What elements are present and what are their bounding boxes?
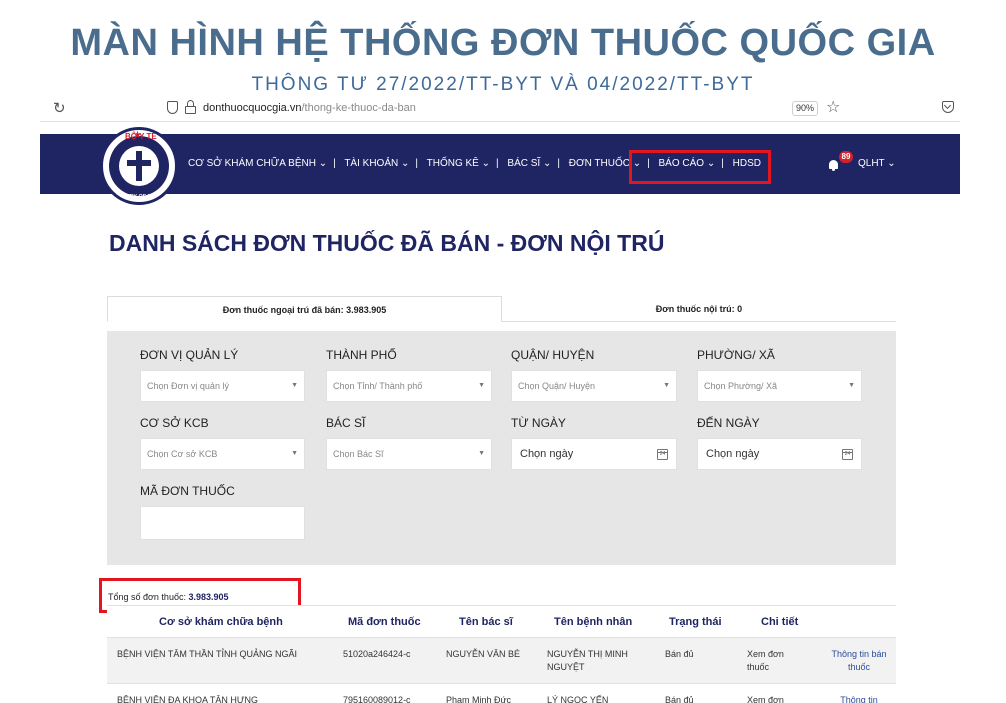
view-prescription-link[interactable]: Xem đơn thuốc (747, 648, 807, 674)
date-to-input[interactable]: Chọn ngày 24 (697, 438, 862, 470)
ministry-logo[interactable]: ★ BỘ Y TẾ MINISTRY OF HEALTH (100, 127, 178, 205)
nav-item-bac-si[interactable]: BÁC SĨ ⌄ (507, 158, 551, 169)
tab-inpatient[interactable]: Đơn thuốc nội trú: 0 (502, 296, 896, 322)
tab-bar: Đơn thuốc ngoại trú đã bán: 3.983.905 Đơ… (107, 296, 896, 322)
cell-status: Bán đủ (665, 695, 694, 703)
highlight-box-report-menu (629, 150, 771, 184)
table-row: BỆNH VIỆN TÂM THẦN TỈNH QUẢNG NGÃI 51020… (107, 637, 896, 683)
column-header: Mã đơn thuốc (348, 616, 421, 628)
nav-item-co-so[interactable]: CƠ SỞ KHÁM CHỮA BỆNH ⌄ (188, 158, 327, 169)
date-placeholder: Chọn ngày (520, 448, 574, 460)
column-header: Cơ sở khám chữa bệnh (159, 616, 283, 628)
page: MÀN HÌNH HỆ THỐNG ĐƠN THUỐC QUỐC GIA THÔ… (0, 0, 1006, 703)
url-path: /thong-ke-thuoc-da-ban (301, 102, 416, 114)
logo-cross-bar (127, 160, 151, 166)
select-placeholder: Chọn Tỉnh/ Thành phố (333, 381, 423, 391)
pocket-icon[interactable] (942, 101, 954, 113)
notification-badge: 89 (839, 151, 853, 163)
cell-doctor: Phạm Minh Đức (446, 695, 512, 703)
chevron-down-icon: ▼ (291, 382, 298, 389)
cell-facility: BỆNH VIỆN TÂM THẦN TỈNH QUẢNG NGÃI (117, 649, 298, 659)
user-menu[interactable]: QLHT ⌄ (858, 158, 896, 169)
date-from-input[interactable]: Chọn ngày 24 (511, 438, 677, 470)
cell-doctor: NGUYỄN VĂN BÉ (446, 649, 521, 659)
logo-caduceus-icon (136, 151, 142, 181)
reload-icon[interactable]: ↻ (53, 99, 66, 117)
view-prescription-link[interactable]: Xem đơn (747, 694, 807, 703)
nav-item-label: BÁC SĨ (507, 158, 541, 169)
filter-label-tu-ngay: TỪ NGÀY (511, 416, 566, 430)
select-thanh-pho[interactable]: Chọn Tỉnh/ Thành phố ▼ (326, 370, 492, 402)
table-row: BỆNH VIỆN ĐA KHOA TÂN HƯNG 795160089012-… (107, 683, 896, 703)
browser-toolbar: ↻ donthuocquocgia.vn/thong-ke-thuoc-da-b… (40, 96, 960, 122)
nav-item-thong-ke[interactable]: THỐNG KÊ ⌄ (427, 158, 490, 169)
lock-icon[interactable] (185, 100, 196, 114)
filter-label-don-vi: ĐƠN VỊ QUẢN LÝ (140, 348, 239, 362)
select-placeholder: Chọn Bác Sĩ (333, 449, 384, 459)
column-header: Trạng thái (669, 616, 722, 628)
filter-label-den-ngay: ĐẾN NGÀY (697, 416, 760, 430)
nav-item-label: TÀI KHOẢN (344, 158, 399, 169)
filter-label-quan-huyen: QUẬN/ HUYỆN (511, 348, 595, 362)
cell-patient: NGUYỄN THỊ MINH NGUYỆT (547, 649, 628, 672)
select-placeholder: Chọn Cơ sở KCB (147, 449, 218, 459)
cell-code: 795160089012-c (343, 695, 411, 703)
table-header: Cơ sở khám chữa bệnh Mã đơn thuốc Tên bá… (107, 605, 896, 637)
tab-outpatient[interactable]: Đơn thuốc ngoại trú đã bán: 3.983.905 (107, 296, 502, 322)
calendar-icon[interactable]: 24 (657, 449, 668, 460)
url-domain: donthuocquocgia.vn (203, 102, 302, 114)
nav-item-tai-khoan[interactable]: TÀI KHOẢN ⌄ (344, 158, 409, 169)
column-header: Chi tiết (761, 616, 799, 628)
select-bac-si[interactable]: Chọn Bác Sĩ ▼ (326, 438, 492, 470)
calendar-icon[interactable]: 24 (842, 449, 853, 460)
shield-icon[interactable] (167, 101, 178, 114)
select-phuong-xa[interactable]: Chọn Phường/ Xã ▼ (697, 370, 862, 402)
sale-info-link[interactable]: Thông tin bán thuốc (829, 648, 889, 674)
nav-item-label: CƠ SỞ KHÁM CHỮA BỆNH (188, 158, 316, 169)
filter-label-thanh-pho: THÀNH PHỐ (326, 348, 397, 362)
select-placeholder: Chọn Phường/ Xã (704, 381, 777, 391)
column-header: Tên bệnh nhân (554, 616, 633, 628)
bookmark-star-icon[interactable]: ☆ (826, 97, 840, 117)
select-placeholder: Chọn Đơn vị quản lý (147, 381, 229, 391)
select-don-vi[interactable]: Chọn Đơn vị quản lý ▼ (140, 370, 305, 402)
prescription-code-input[interactable] (140, 506, 305, 540)
filter-label-phuong-xa: PHƯỜNG/ XÃ (697, 348, 775, 362)
chevron-down-icon: ▼ (848, 382, 855, 389)
filter-label-ma-don: MÃ ĐƠN THUỐC (140, 484, 235, 498)
select-co-so[interactable]: Chọn Cơ sở KCB ▼ (140, 438, 305, 470)
cell-patient: LÝ NGỌC YẾN (547, 695, 609, 703)
chevron-down-icon: ▼ (291, 450, 298, 457)
nav-item-label: ĐƠN THUỐC (568, 158, 630, 169)
date-placeholder: Chọn ngày (706, 448, 760, 460)
address-bar[interactable]: donthuocquocgia.vn/thong-ke-thuoc-da-ban (203, 102, 416, 114)
zoom-level[interactable]: 90% (792, 101, 818, 116)
page-title: DANH SÁCH ĐƠN THUỐC ĐÃ BÁN - ĐƠN NỘI TRÚ (109, 230, 665, 256)
column-header: Tên bác sĩ (459, 616, 513, 628)
bell-icon[interactable] (829, 160, 838, 171)
logo-top-text: BỘ Y TẾ (125, 132, 157, 141)
sale-info-link[interactable]: Thông tin (829, 694, 889, 703)
filter-label-co-so: CƠ SỞ KCB (140, 416, 209, 430)
logo-bottom-text: MINISTRY OF HEALTH (111, 194, 170, 200)
select-quan-huyen[interactable]: Chọn Quận/ Huyện ▼ (511, 370, 677, 402)
select-placeholder: Chọn Quận/ Huyện (518, 381, 596, 391)
cell-code: 51020a246424-c (343, 649, 411, 659)
chevron-down-icon: ▼ (478, 450, 485, 457)
chevron-down-icon: ▼ (478, 382, 485, 389)
filter-panel: ĐƠN VỊ QUẢN LÝ THÀNH PHỐ QUẬN/ HUYỆN PHƯ… (107, 331, 896, 565)
banner-subtitle: THÔNG TƯ 27/2022/TT-BYT VÀ 04/2022/TT-BY… (251, 74, 755, 95)
cell-status: Bán đủ (665, 649, 694, 659)
cell-facility: BỆNH VIỆN ĐA KHOA TÂN HƯNG (117, 695, 259, 703)
chevron-down-icon: ▼ (663, 382, 670, 389)
banner-title: MÀN HÌNH HỆ THỐNG ĐƠN THUỐC QUỐC GIA (70, 22, 936, 64)
nav-item-label: THỐNG KÊ (426, 158, 479, 169)
user-name: QLHT (858, 158, 885, 169)
filter-label-bac-si: BÁC SĨ (326, 416, 366, 430)
